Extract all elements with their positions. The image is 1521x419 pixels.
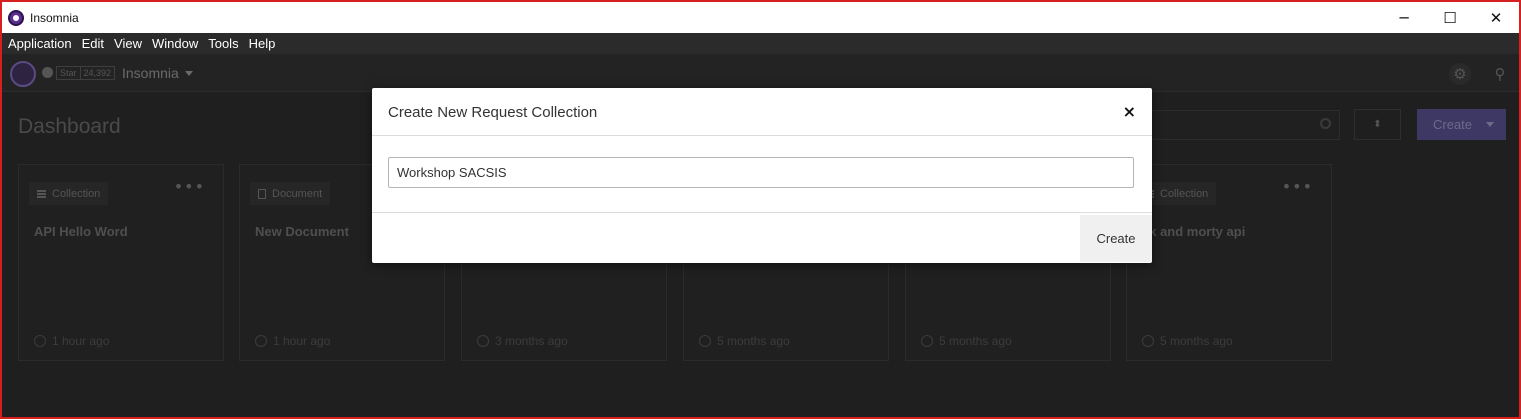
sort-icon: ⬍: [1373, 119, 1382, 130]
clock-icon: [1142, 335, 1154, 347]
maximize-button[interactable]: ☐: [1427, 2, 1473, 33]
card-title: API Hello Word: [34, 224, 128, 239]
clock-icon: [921, 335, 933, 347]
card-type-label: Collection: [1160, 187, 1209, 200]
menu-help[interactable]: Help: [247, 36, 280, 51]
card-time-label: 5 months ago: [717, 334, 790, 348]
window-controls: ─ ☐ ✕: [1381, 2, 1519, 33]
card-type-badge: Document: [250, 182, 331, 205]
card-timestamp: 5 months ago: [699, 334, 790, 348]
modal-footer: Create: [372, 213, 1152, 263]
menu-view[interactable]: View: [112, 36, 146, 51]
app-header: Star 24,392 Insomnia ⚙ ⚲: [2, 54, 1519, 92]
minimize-button[interactable]: ─: [1381, 2, 1427, 33]
github-icon: [42, 67, 53, 78]
person-icon[interactable]: ⚲: [1489, 63, 1511, 85]
card-time-label: 1 hour ago: [52, 334, 110, 348]
menu-application[interactable]: Application: [6, 36, 76, 51]
close-icon[interactable]: ×: [1123, 102, 1136, 121]
modal-title: Create New Request Collection: [388, 104, 598, 121]
menu-edit[interactable]: Edit: [80, 36, 108, 51]
star-count: 24,392: [79, 67, 115, 79]
card-more-icon[interactable]: •••: [174, 179, 205, 195]
window-title: Insomnia: [30, 10, 79, 25]
card-more-icon[interactable]: •••: [1282, 179, 1313, 195]
create-dropdown-button[interactable]: Create: [1417, 109, 1506, 140]
card-type-badge: Collection: [29, 182, 109, 205]
workspace-card[interactable]: Collection ••• ck and morty api 5 months…: [1126, 164, 1332, 361]
card-time-label: 5 months ago: [1160, 334, 1233, 348]
insomnia-logo-icon: [8, 9, 24, 26]
card-timestamp: 5 months ago: [921, 334, 1012, 348]
project-name: Insomnia: [122, 65, 179, 81]
chevron-down-icon: [1486, 122, 1495, 127]
card-title: New Document: [255, 224, 349, 239]
document-icon: [258, 188, 266, 199]
search-input[interactable]: [1142, 110, 1340, 140]
card-time-label: 1 hour ago: [273, 334, 331, 348]
page-title: Dashboard: [18, 115, 121, 138]
card-time-label: 3 months ago: [495, 334, 568, 348]
card-type-label: Document: [272, 187, 323, 200]
chevron-down-icon: [184, 70, 193, 76]
menu-tools[interactable]: Tools: [206, 36, 242, 51]
card-timestamp: 5 months ago: [1142, 334, 1233, 348]
sort-button[interactable]: ⬍: [1354, 109, 1401, 140]
clock-icon: [34, 335, 46, 347]
card-time-label: 5 months ago: [939, 334, 1012, 348]
search-icon: [1320, 118, 1331, 129]
create-label: Create: [1433, 117, 1473, 132]
gear-icon[interactable]: ⚙: [1449, 63, 1471, 85]
create-collection-modal: Create New Request Collection × Create: [372, 88, 1152, 263]
clock-icon: [699, 335, 711, 347]
menu-bar: Application Edit View Window Tools Help: [2, 33, 1519, 54]
collection-name-input[interactable]: [388, 157, 1134, 188]
create-button[interactable]: Create: [1080, 215, 1152, 262]
collection-icon: [37, 189, 46, 198]
insomnia-brand-icon[interactable]: [10, 61, 36, 87]
workspace-card[interactable]: Collection ••• API Hello Word 1 hour ago: [18, 164, 224, 361]
window-titlebar: Insomnia ─ ☐ ✕: [2, 2, 1519, 33]
card-timestamp: 1 hour ago: [255, 334, 330, 348]
menu-window[interactable]: Window: [150, 36, 202, 51]
card-title: ck and morty api: [1142, 224, 1246, 239]
clock-icon: [477, 335, 489, 347]
star-label: Star: [60, 68, 77, 78]
close-window-button[interactable]: ✕: [1473, 2, 1519, 33]
clock-icon: [255, 335, 267, 347]
card-timestamp: 3 months ago: [477, 334, 568, 348]
card-type-label: Collection: [52, 187, 101, 200]
card-timestamp: 1 hour ago: [34, 334, 109, 348]
modal-header: Create New Request Collection ×: [372, 88, 1152, 136]
modal-body: [372, 136, 1152, 213]
github-star-badge[interactable]: Star 24,392: [56, 66, 116, 80]
project-dropdown[interactable]: Insomnia: [122, 65, 193, 81]
